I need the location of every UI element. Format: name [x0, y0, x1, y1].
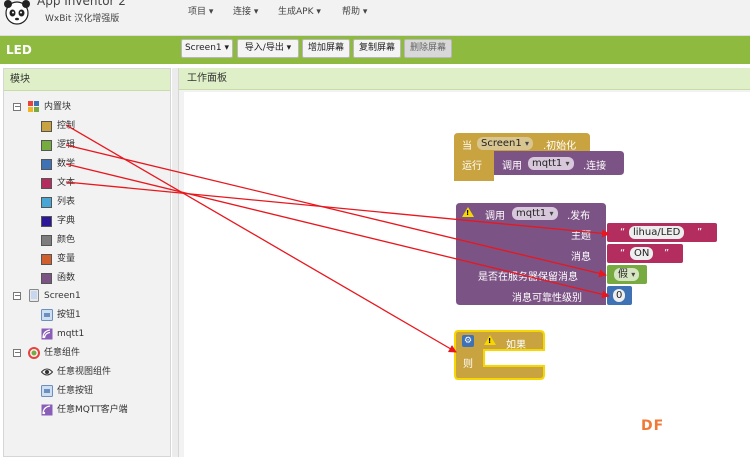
colors-swatch-icon — [41, 235, 52, 246]
drawer-lists-label: 列表 — [57, 197, 76, 207]
any-mqtt-client-label: 任意MQTT客户端 — [57, 405, 128, 415]
mqtt1-dropdown-connect[interactable]: mqtt1 ▾ — [528, 157, 574, 170]
component-mqtt1-label: mqtt1 — [57, 329, 85, 339]
any-button-label: 任意按钮 — [57, 386, 94, 396]
procedures-swatch-icon — [41, 273, 52, 284]
mqtt1-publish-value: mqtt1 — [516, 208, 547, 219]
menu-connect[interactable]: 连接 ▾ — [233, 4, 258, 17]
false-dropdown[interactable]: 假 ▾ — [614, 268, 640, 281]
topic-label: 主题 — [571, 231, 591, 242]
any-view-component-label: 任意视图组件 — [57, 367, 112, 377]
drawer-dictionary-label: 字典 — [57, 216, 76, 226]
copy-screen-button[interactable]: 复制屏幕 — [353, 39, 401, 58]
publish-method-label: .发布 — [567, 211, 591, 222]
math-swatch-icon — [41, 159, 52, 170]
quote-close: ” — [697, 227, 703, 238]
mqtt1-connect-value: mqtt1 — [532, 158, 563, 169]
quote-close: ” — [664, 248, 670, 259]
mutator-gear-icon[interactable]: ⚙ — [462, 335, 474, 347]
qos-label: 消息可靠性级别 — [512, 293, 582, 304]
component-button1-label: 按钮1 — [57, 310, 81, 320]
menu-build-apk[interactable]: 生成APK ▾ — [278, 4, 321, 17]
button-component-icon — [41, 309, 53, 321]
dropdown-arrow-icon: ▾ — [549, 209, 554, 218]
quote-open: “ — [620, 227, 626, 238]
tree-any-component-label: 任意组件 — [44, 348, 81, 358]
collapse-toggle-icon[interactable]: − — [13, 103, 21, 111]
initialize-event-label: .初始化 — [543, 141, 577, 152]
tree-screen1-label: Screen1 — [44, 291, 81, 301]
eye-icon — [41, 368, 53, 376]
then-label: 则 — [463, 359, 473, 370]
collapse-toggle-icon[interactable]: − — [13, 349, 21, 357]
add-screen-button[interactable]: 增加屏幕 — [302, 39, 350, 58]
control-swatch-icon — [41, 121, 52, 132]
message-label: 消息 — [571, 252, 591, 263]
collapse-toggle-icon[interactable]: − — [13, 292, 21, 300]
mqtt-component-icon — [41, 404, 53, 416]
warning-mark: ! — [466, 209, 470, 217]
if-label: 如果 — [506, 340, 526, 351]
import-export-button[interactable]: 导入/导出 ▾ — [237, 39, 299, 58]
screen1-dropdown[interactable]: Screen1 ▾ — [477, 137, 533, 150]
dropdown-arrow-icon: ▾ — [631, 270, 636, 279]
text-swatch-icon — [41, 178, 52, 189]
variables-swatch-icon — [41, 254, 52, 265]
dictionary-swatch-icon — [41, 216, 52, 227]
menu-project[interactable]: 项目 ▾ — [188, 4, 213, 17]
dropdown-arrow-icon: ▾ — [565, 159, 570, 168]
tree-builtin-label: 内置块 — [44, 102, 72, 112]
call-connect-label: 调用 — [502, 161, 522, 172]
message-text-field[interactable]: ON — [630, 247, 654, 260]
false-dropdown-value: 假 — [618, 269, 628, 280]
lists-swatch-icon — [41, 197, 52, 208]
viewer-title: 工作面板 — [179, 68, 750, 90]
app-header: App Inventor 2 WxBit 汉化增强版 项目 ▾ 连接 ▾ 生成A… — [0, 0, 750, 36]
screen1-dropdown-value: Screen1 — [481, 138, 522, 149]
project-title: LED — [6, 43, 32, 57]
builtin-blocks-icon — [28, 101, 39, 112]
dropdown-arrow-icon: ▾ — [524, 139, 529, 148]
delete-screen-button[interactable]: 删除屏幕 — [404, 39, 452, 58]
drawer-logic-label: 逻辑 — [57, 140, 76, 150]
project-toolbar: LED Screen1 ▾ 导入/导出 ▾ 增加屏幕 复制屏幕 删除屏幕 — [0, 36, 750, 64]
panda-logo-icon — [4, 0, 30, 25]
mqtt1-dropdown-publish[interactable]: mqtt1 ▾ — [512, 207, 558, 220]
call-publish-label: 调用 — [485, 211, 505, 222]
topic-text-field[interactable]: lihua/LED — [629, 226, 685, 239]
mqtt-component-icon — [41, 328, 53, 340]
drawer-math-label: 数学 — [57, 159, 76, 169]
when-label: 当 — [462, 141, 472, 152]
warning-mark: ! — [488, 337, 492, 345]
drawer-variables-label: 变量 — [57, 254, 76, 264]
blocks-panel-title: 模块 — [4, 69, 170, 91]
button-component-icon — [41, 385, 53, 397]
drawer-procedures-label: 函数 — [57, 273, 76, 283]
drawer-colors-label: 颜色 — [57, 235, 76, 245]
screen-select[interactable]: Screen1 ▾ — [181, 39, 233, 58]
do-label: 运行 — [462, 161, 482, 172]
drawer-text-label: 文本 — [57, 178, 76, 188]
quote-open: “ — [620, 248, 626, 259]
app-name: App Inventor 2 — [37, 0, 126, 8]
drawer-control-label: 控制 — [57, 121, 76, 131]
connect-method-label: .连接 — [583, 161, 607, 172]
menu-help[interactable]: 帮助 ▾ — [342, 4, 367, 17]
screen-icon — [29, 289, 39, 302]
app-subtitle: WxBit 汉化增强版 — [45, 14, 120, 24]
any-component-icon — [28, 347, 40, 359]
df-watermark: DF — [641, 418, 665, 434]
logic-swatch-icon — [41, 140, 52, 151]
retain-label: 是否在服务器保留消息 — [478, 272, 578, 283]
